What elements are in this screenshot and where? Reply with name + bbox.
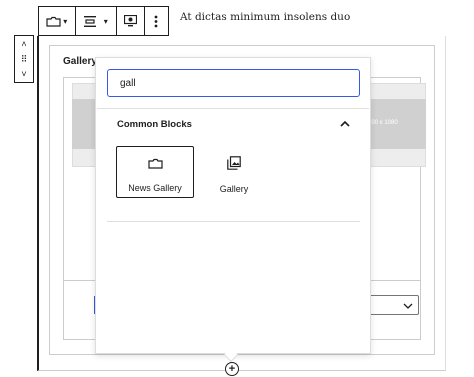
block-select[interactable]	[368, 295, 419, 315]
block-item-label: News Gallery	[128, 183, 182, 193]
block-item-news-gallery[interactable]: News Gallery	[116, 146, 194, 198]
search-value: gall	[120, 77, 136, 89]
display-icon	[123, 7, 137, 35]
placeholder-size-text: 600 x 1080	[368, 120, 398, 126]
folder-icon	[147, 156, 163, 174]
chevron-up-icon	[340, 114, 350, 132]
block-item-label: Gallery	[219, 184, 249, 194]
block-inserter-popover	[95, 57, 371, 354]
block-toolbar: ▾ ▾	[38, 6, 169, 36]
align-icon	[83, 7, 96, 35]
align-dropdown[interactable]: ▾	[76, 7, 117, 35]
plus-icon: +	[228, 362, 236, 375]
add-block-button[interactable]: +	[225, 362, 239, 376]
caret-down-icon: ▾	[63, 16, 68, 26]
section-title: Common Blocks	[117, 119, 192, 130]
block-item-gallery[interactable]: Gallery	[195, 146, 273, 198]
more-options-button[interactable]	[145, 7, 168, 35]
drag-handle-icon[interactable]: ⠿	[21, 53, 28, 65]
heading-text[interactable]: At dictas minimum insolens duo	[180, 11, 350, 23]
block-mover: ˄ ⠿ ˅	[14, 35, 34, 83]
divider	[97, 108, 369, 109]
search-input[interactable]: gall	[107, 69, 360, 97]
block-type-switcher[interactable]: ▾	[39, 7, 76, 35]
move-down-icon[interactable]: ˅	[21, 68, 26, 80]
collapse-button[interactable]	[338, 116, 352, 130]
move-up-icon[interactable]: ˄	[21, 38, 26, 50]
more-vertical-icon	[154, 7, 158, 35]
display-button[interactable]	[117, 7, 145, 35]
chevron-down-icon	[403, 296, 413, 314]
gallery-block-label: Gallery	[63, 56, 97, 67]
gallery-icon	[227, 156, 241, 175]
caret-down-icon: ▾	[103, 16, 108, 26]
divider	[107, 221, 360, 222]
block-type-icon	[46, 7, 61, 35]
